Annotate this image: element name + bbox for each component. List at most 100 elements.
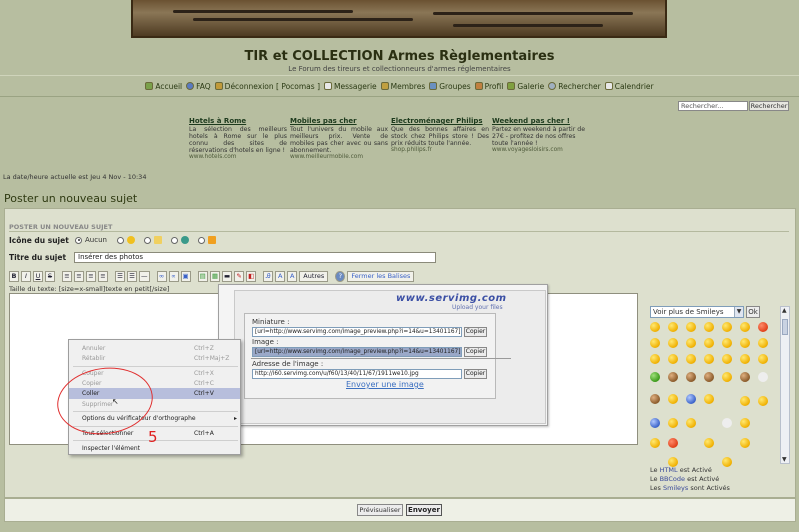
nav-faq[interactable]: FAQ xyxy=(186,82,211,91)
nav-profil[interactable]: Profil xyxy=(474,82,503,91)
numbered-list-icon[interactable]: ☰ xyxy=(127,270,137,282)
search-input[interactable]: Rechercher... xyxy=(678,101,748,111)
smiley-icon[interactable] xyxy=(650,438,660,448)
icon-radio-folder[interactable] xyxy=(143,236,151,244)
smileys-link[interactable]: Smileys xyxy=(663,484,688,492)
ad-url[interactable]: www.meilleurmobile.com xyxy=(290,154,388,161)
smiley-icon[interactable] xyxy=(650,418,660,428)
smiley-icon[interactable] xyxy=(668,322,678,332)
smiley-icon[interactable] xyxy=(704,372,714,382)
smileys-ok-button[interactable]: Ok xyxy=(746,306,760,318)
menu-item-redo[interactable]: Rétablir Ctrl+Maj+Z xyxy=(69,353,240,364)
smiley-icon[interactable] xyxy=(668,372,678,382)
hr-icon[interactable]: — xyxy=(139,270,150,282)
smiley-icon[interactable] xyxy=(740,354,750,364)
smiley-icon[interactable] xyxy=(668,438,678,448)
nav-membres[interactable]: Membres xyxy=(380,82,425,91)
italic-button[interactable]: I xyxy=(21,270,31,282)
smiley-icon[interactable] xyxy=(740,396,750,406)
ad-url[interactable]: www.hotels.com xyxy=(189,154,287,161)
smiley-icon[interactable] xyxy=(758,322,768,332)
nav-rechercher[interactable]: Rechercher xyxy=(548,82,601,91)
nav-calendrier[interactable]: Calendrier xyxy=(604,82,654,91)
submit-button[interactable]: Envoyer xyxy=(406,504,442,516)
smiley-icon[interactable] xyxy=(668,338,678,348)
bbcode-link[interactable]: BBCode xyxy=(660,475,685,483)
smiley-icon[interactable] xyxy=(704,354,714,364)
video-icon[interactable]: ▬ xyxy=(221,270,233,282)
ad-block[interactable]: Hotels à Rome La sélection des meilleurs… xyxy=(189,118,287,161)
underline-button[interactable]: U xyxy=(33,270,43,282)
host-image-icon[interactable]: ▤ xyxy=(197,270,208,282)
others-button[interactable]: Autres xyxy=(299,270,329,282)
ad-title[interactable]: Electroménager Philips xyxy=(391,118,489,125)
smiley-icon[interactable] xyxy=(650,322,660,332)
icon-radio-pencil[interactable] xyxy=(197,236,205,244)
align-justify-icon[interactable]: ≡ xyxy=(98,270,108,282)
smiley-icon[interactable] xyxy=(686,338,696,348)
ad-url[interactable]: shop.philips.fr xyxy=(391,147,489,154)
subject-input[interactable]: Insérer des photos xyxy=(74,252,436,263)
align-right-icon[interactable]: ≡ xyxy=(86,270,96,282)
table-icon[interactable]: ▦ xyxy=(209,270,220,282)
help-icon[interactable]: ? xyxy=(335,270,346,282)
smiley-icon[interactable] xyxy=(686,418,696,428)
font-icon[interactable]: Ꭿ xyxy=(263,270,274,282)
icon-radio-globe[interactable] xyxy=(170,236,178,244)
chevron-down-icon[interactable]: ▼ xyxy=(782,456,787,463)
align-center-icon[interactable]: ≡ xyxy=(74,270,84,282)
smiley-icon[interactable] xyxy=(686,372,696,382)
ad-title[interactable]: Hotels à Rome xyxy=(189,118,287,125)
image-icon[interactable]: ▣ xyxy=(180,270,191,282)
font-size-icon[interactable]: A xyxy=(275,270,286,282)
image-address-field[interactable]: http://i60.servimg.com/u/f60/13/40/11/67… xyxy=(252,369,462,379)
smileys-select[interactable]: Voir plus de Smileys xyxy=(650,306,744,318)
smiley-icon[interactable] xyxy=(758,396,768,406)
smiley-icon[interactable] xyxy=(650,394,660,404)
color-icon[interactable]: ✎ xyxy=(234,270,245,282)
ad-title[interactable]: Mobiles pas cher xyxy=(290,118,388,125)
nav-accueil[interactable]: Accueil xyxy=(145,82,182,91)
smiley-icon[interactable] xyxy=(704,338,714,348)
html-link[interactable]: HTML xyxy=(660,466,678,474)
preview-button[interactable]: Prévisualiser xyxy=(357,504,403,516)
ad-block[interactable]: Weekend pas cher ! Partez en weekend à p… xyxy=(492,118,590,154)
smiley-icon[interactable] xyxy=(740,418,750,428)
smiley-icon[interactable] xyxy=(758,338,768,348)
nav-galerie[interactable]: Galerie xyxy=(507,82,544,91)
smiley-icon[interactable] xyxy=(704,322,714,332)
smiley-icon[interactable] xyxy=(704,394,714,404)
smiley-icon[interactable] xyxy=(704,438,714,448)
ad-block[interactable]: Electroménager Philips Que des bonnes af… xyxy=(391,118,489,154)
icon-radio-none[interactable] xyxy=(75,236,82,244)
close-tags-button[interactable]: Fermer les Balises xyxy=(347,270,415,282)
smiley-icon[interactable] xyxy=(758,372,768,382)
chevron-down-icon[interactable]: ▼ xyxy=(734,307,743,317)
icon-radio-question[interactable] xyxy=(116,236,124,244)
smiley-icon[interactable] xyxy=(650,338,660,348)
smiley-icon[interactable] xyxy=(722,457,732,467)
smiley-icon[interactable] xyxy=(668,418,678,428)
smiley-icon[interactable] xyxy=(686,322,696,332)
link-icon[interactable]: ∞ xyxy=(156,270,167,282)
nav-messagerie[interactable]: Messagerie xyxy=(324,82,377,91)
smiley-icon[interactable] xyxy=(668,394,678,404)
smiley-icon[interactable] xyxy=(650,354,660,364)
strike-button[interactable]: S xyxy=(45,270,55,282)
smiley-icon[interactable] xyxy=(722,338,732,348)
copy-address-button[interactable]: Copier xyxy=(464,369,487,379)
smiley-scrollbar[interactable]: ▲ ▼ xyxy=(780,306,790,464)
smiley-icon[interactable] xyxy=(722,354,732,364)
ad-title[interactable]: Weekend pas cher ! xyxy=(492,118,590,125)
smiley-icon[interactable] xyxy=(650,372,660,382)
smiley-icon[interactable] xyxy=(668,354,678,364)
thumbnail-code-field[interactable]: [url=http://www.servimg.com/image_previe… xyxy=(252,327,462,337)
smiley-icon[interactable] xyxy=(686,354,696,364)
send-image-link[interactable]: Envoyer une image xyxy=(346,380,424,389)
chevron-up-icon[interactable]: ▲ xyxy=(782,307,787,314)
copy-image-button[interactable]: Copier xyxy=(464,347,487,357)
smiley-icon[interactable] xyxy=(722,372,732,382)
ad-block[interactable]: Mobiles pas cher Tout l'univers du mobil… xyxy=(290,118,388,161)
nav-groupes[interactable]: Groupes xyxy=(429,82,471,91)
scrollbar-thumb[interactable] xyxy=(782,319,788,335)
